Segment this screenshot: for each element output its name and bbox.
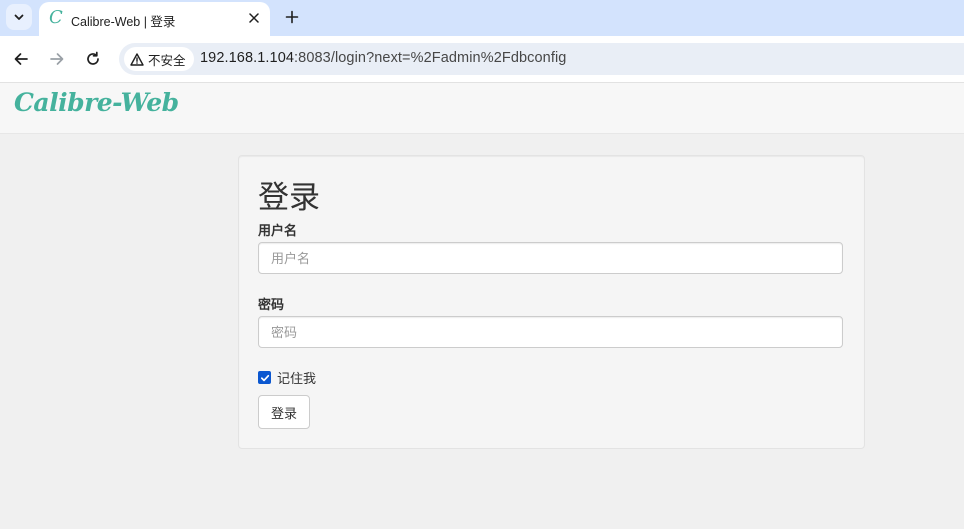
- url-text[interactable]: 192.168.1.104:8083/login?next=%2Fadmin%2…: [200, 50, 566, 66]
- checkmark-icon: [260, 374, 269, 381]
- username-field[interactable]: [258, 242, 843, 274]
- reload-icon: [87, 51, 99, 65]
- app-navbar: Calibre-Web: [0, 83, 964, 134]
- login-button[interactable]: 登录: [258, 395, 311, 429]
- tab-title: Calibre-Web | 登录: [71, 15, 176, 29]
- close-icon: [249, 13, 259, 23]
- address-bar[interactable]: 不安全 192.168.1.104:8083/login?next=%2Fadm…: [119, 43, 964, 75]
- browser-toolbar: 不安全 192.168.1.104:8083/login?next=%2Fadm…: [0, 36, 964, 83]
- url-path: :8083/login?next=%2Fadmin%2Fdbconfig: [294, 50, 567, 66]
- remember-me: 记住我: [258, 368, 316, 387]
- security-label: 不安全: [148, 53, 186, 68]
- plus-icon: [285, 10, 299, 24]
- warning-icon: [130, 52, 144, 66]
- reload-button[interactable]: [79, 45, 107, 73]
- remember-me-label: 记住我: [277, 371, 317, 386]
- security-indicator[interactable]: 不安全: [124, 47, 194, 71]
- new-tab-button[interactable]: [279, 4, 305, 30]
- page-title: 登录: [258, 180, 320, 216]
- chevron-down-icon: [14, 14, 24, 20]
- arrow-left-icon: [14, 53, 28, 65]
- forward-button[interactable]: [43, 45, 71, 73]
- tab-search-button[interactable]: [6, 4, 32, 30]
- remember-me-checkbox[interactable]: [258, 371, 271, 384]
- login-panel: 登录 用户名 密码 记住我 登录: [238, 155, 865, 449]
- browser-tab-active[interactable]: C Calibre-Web | 登录: [39, 2, 270, 36]
- arrow-right-icon: [50, 53, 64, 65]
- brand-logo[interactable]: Calibre-Web: [14, 88, 179, 117]
- password-label: 密码: [258, 297, 285, 312]
- url-host: 192.168.1.104: [200, 50, 295, 66]
- browser-tab-strip: C Calibre-Web | 登录: [0, 0, 964, 36]
- username-label: 用户名: [258, 223, 298, 238]
- back-button[interactable]: [7, 45, 35, 73]
- password-field[interactable]: [258, 316, 843, 348]
- calibre-favicon-icon: C: [49, 7, 63, 28]
- tab-close-button[interactable]: [244, 8, 264, 28]
